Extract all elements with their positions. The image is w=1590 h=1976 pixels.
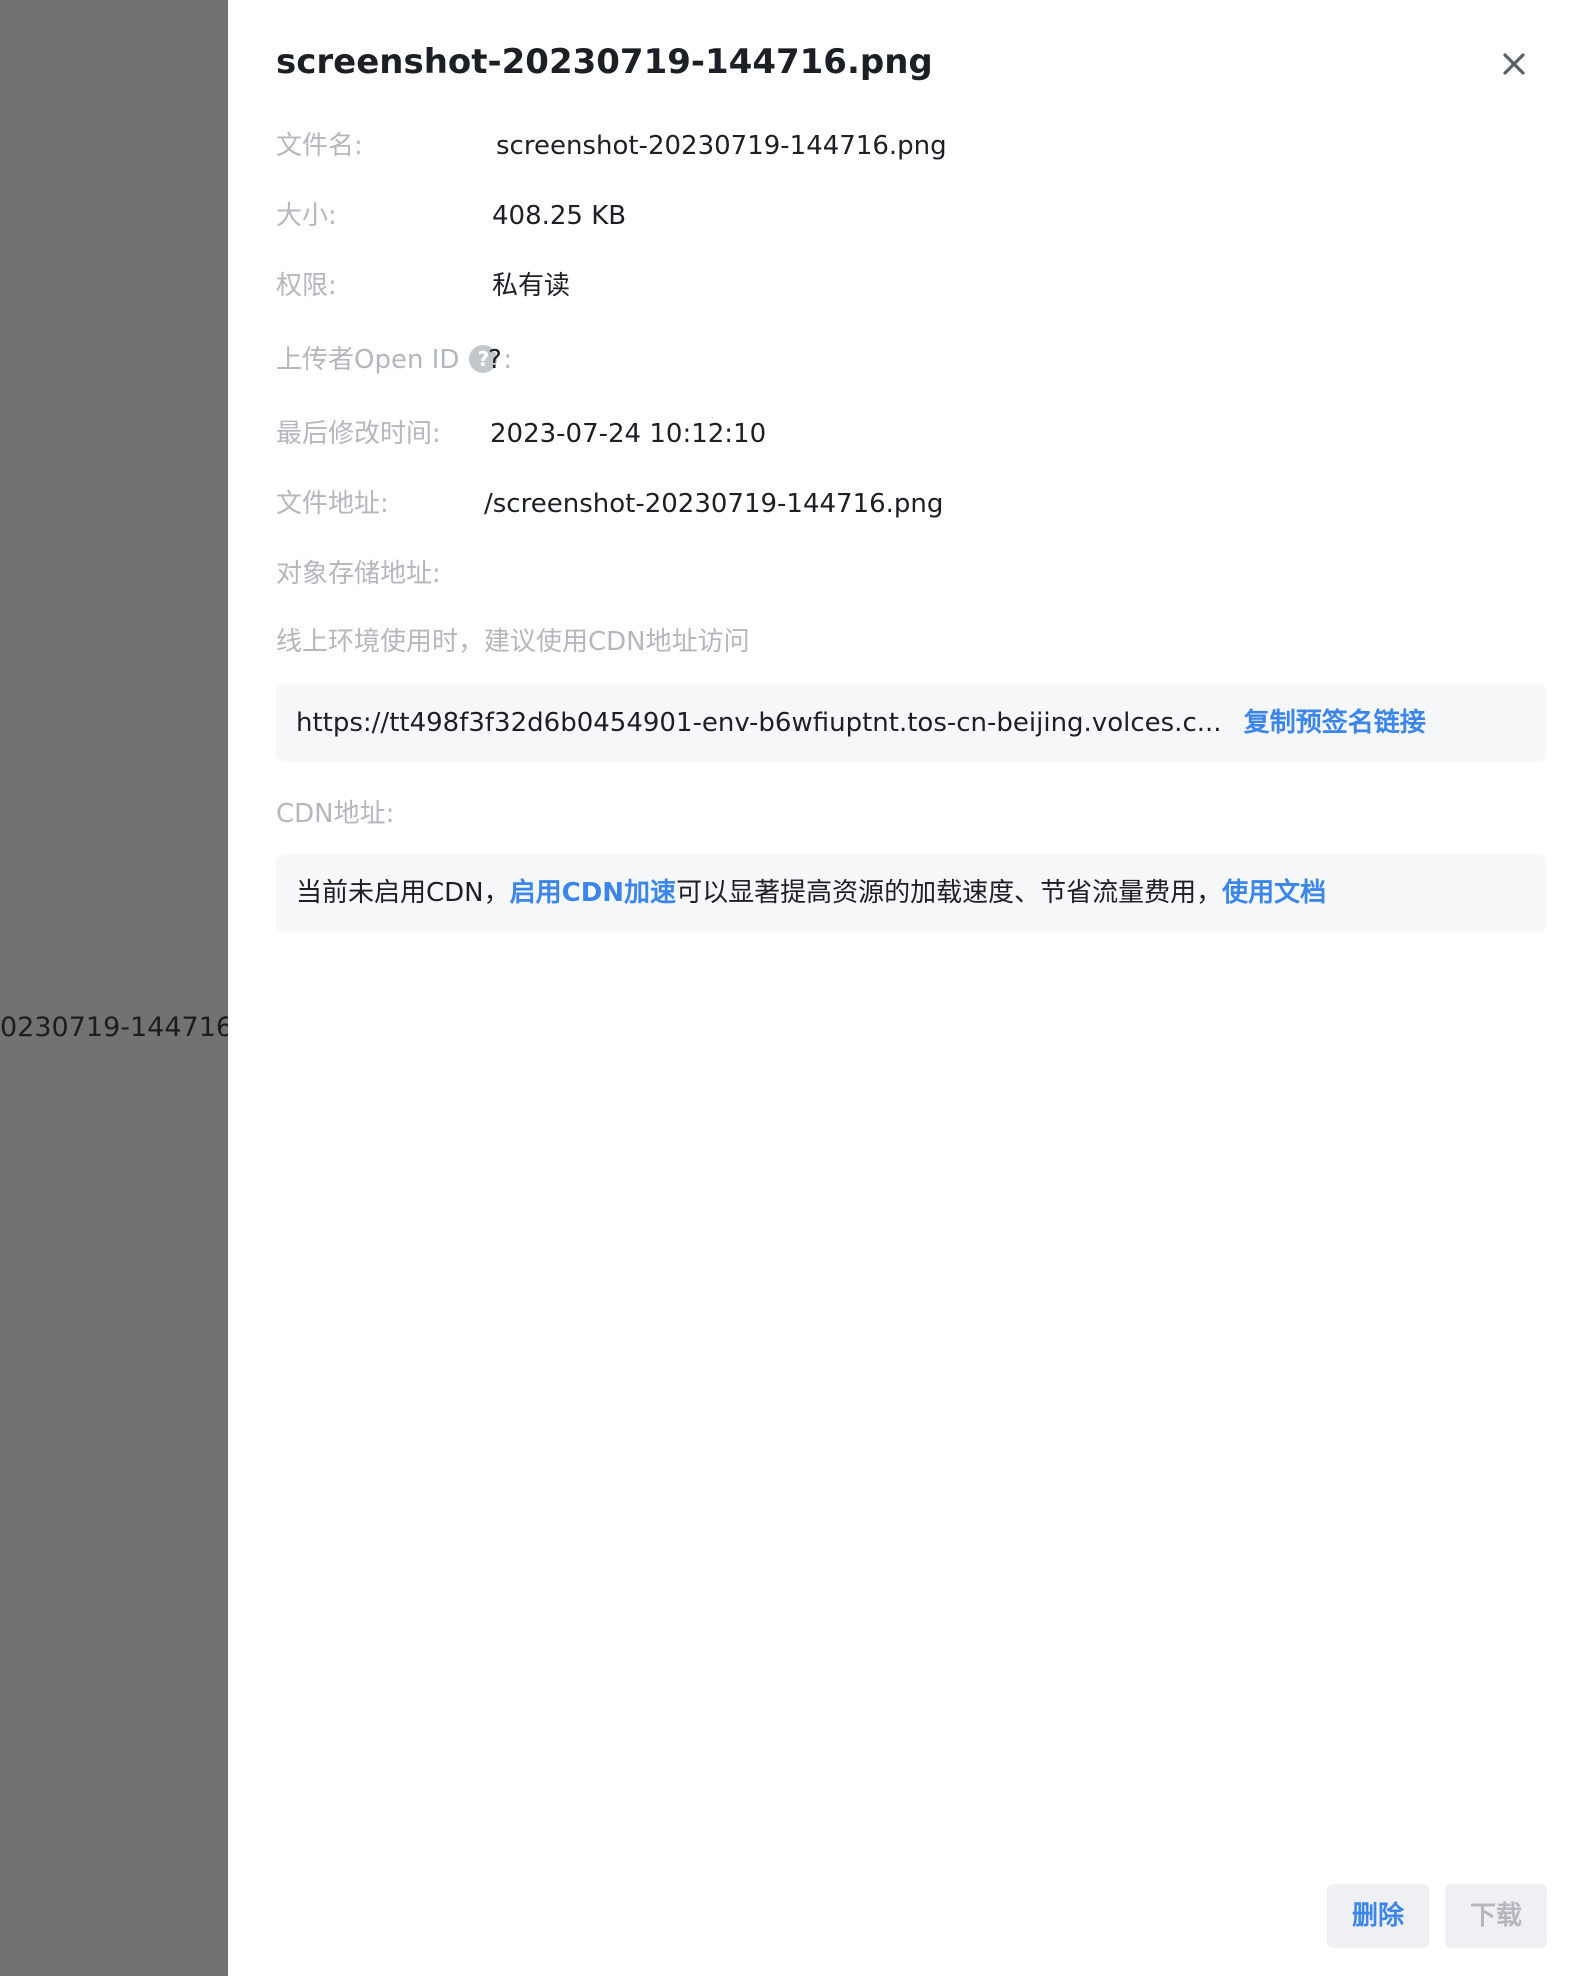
field-value: /screenshot-20230719-144716.png [484, 489, 944, 519]
download-button[interactable]: 下载 [1445, 1884, 1547, 1948]
delete-button[interactable]: 删除 [1327, 1884, 1429, 1948]
cdn-benefit-text: 可以显著提高资源的加载速度、节省流量费用， [676, 878, 1223, 908]
field-label: CDN地址: [276, 799, 395, 829]
cdn-suggestion-hint: 线上环境使用时，建议使用CDN地址访问 [276, 627, 750, 657]
field-label: 大小: [276, 201, 337, 231]
copy-presigned-link-button[interactable]: 复制预签名链接 [1244, 708, 1426, 738]
background-file-name: 0230719-144716.p [0, 1012, 228, 1043]
field-value: ? [488, 345, 502, 375]
cdn-status-text: 当前未启用CDN， [296, 878, 510, 908]
field-label: 对象存储地址: [276, 559, 441, 589]
enable-cdn-link[interactable]: 启用CDN加速 [510, 878, 676, 908]
field-value: 2023-07-24 10:12:10 [490, 419, 767, 449]
field-value: 私有读 [492, 271, 571, 301]
field-label: 文件地址: [276, 489, 389, 519]
object-storage-url: https://tt498f3f32d6b0454901-env-b6wfiup… [296, 708, 1222, 738]
field-label: 最后修改时间: [276, 419, 441, 449]
field-label: 文件名: [276, 131, 363, 161]
field-value: 408.25 KB [492, 201, 627, 231]
field-label: 上传者Open ID?: [276, 340, 512, 380]
file-detail-drawer: screenshot-20230719-144716.png 文件名: scre… [228, 0, 1590, 1976]
field-value: screenshot-20230719-144716.png [496, 131, 947, 161]
object-storage-url-box: https://tt498f3f32d6b0454901-env-b6wfiup… [276, 684, 1546, 762]
close-icon[interactable] [1494, 44, 1534, 84]
docs-link[interactable]: 使用文档 [1222, 878, 1326, 908]
field-label: 权限: [276, 271, 337, 301]
field-label-text: 上传者Open ID [276, 345, 460, 375]
field-label-colon: : [503, 345, 513, 375]
cdn-info-box: 当前未启用CDN，启用CDN加速可以显著提高资源的加载速度、节省流量费用，使用文… [276, 854, 1546, 932]
drawer-title: screenshot-20230719-144716.png [276, 42, 933, 82]
